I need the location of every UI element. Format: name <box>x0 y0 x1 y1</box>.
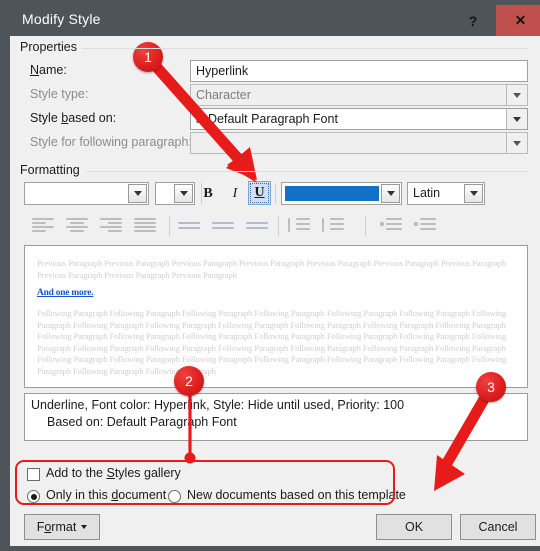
style-following-combo[interactable] <box>190 132 528 154</box>
align-justify-icon[interactable] <box>134 218 156 234</box>
preview-sample-link: And one more. <box>37 288 94 298</box>
decrease-indent-icon[interactable] <box>380 218 402 234</box>
formatting-group-label: Formatting <box>20 163 85 177</box>
font-name-combo[interactable] <box>24 182 149 205</box>
chevron-down-icon[interactable] <box>506 133 527 153</box>
style-type-value: Character <box>196 88 251 102</box>
cancel-button-label: Cancel <box>478 520 518 534</box>
preview-following-paragraph: Following Paragraph Following Paragraph … <box>37 308 507 376</box>
toolbar-divider <box>169 216 170 236</box>
style-type-combo[interactable]: Character <box>190 84 528 106</box>
style-description: Underline, Font color: Hyperlink, Style:… <box>24 393 528 441</box>
title-bar: Modify Style ? ✕ <box>10 5 540 36</box>
chevron-down-icon[interactable] <box>128 184 147 203</box>
description-line-2: Based on: Default Paragraph Font <box>47 415 237 429</box>
style-preview: Previous Paragraph Previous Paragraph Pr… <box>24 245 528 388</box>
align-left-icon[interactable] <box>32 218 54 234</box>
style-following-label: Style for following paragraph: <box>30 135 192 149</box>
align-center-icon[interactable] <box>66 218 88 234</box>
space-before-icon[interactable] <box>288 218 310 234</box>
callout-badge-1: 1 <box>133 42 163 72</box>
close-button[interactable]: ✕ <box>496 5 540 36</box>
name-label: Name: <box>30 63 67 77</box>
description-line-1: Underline, Font color: Hyperlink, Style:… <box>31 398 405 412</box>
preview-previous-paragraph: Previous Paragraph Previous Paragraph Pr… <box>37 258 507 280</box>
font-color-picker[interactable] <box>281 182 402 205</box>
cancel-button[interactable]: Cancel <box>460 514 536 540</box>
font-color-swatch <box>285 186 379 201</box>
style-based-on-value: Default Paragraph Font <box>208 112 338 126</box>
style-type-label: Style type: <box>30 87 89 101</box>
line-spacing-1-5-icon[interactable] <box>212 222 234 238</box>
font-size-combo[interactable] <box>155 182 195 205</box>
name-input-value: Hyperlink <box>196 64 249 78</box>
window-title: Modify Style <box>22 11 101 27</box>
properties-group-divider <box>82 48 528 49</box>
underline-button[interactable]: U <box>248 181 271 205</box>
script-combo[interactable]: Latin <box>407 182 485 205</box>
chevron-down-icon[interactable] <box>174 184 193 203</box>
modify-style-dialog: Modify Style ? ✕ Properties Name: Hyperl… <box>0 0 540 546</box>
chevron-down-icon[interactable] <box>506 85 527 105</box>
toolbar-divider <box>278 216 279 236</box>
callout-badge-3: 3 <box>476 372 506 402</box>
callout-badge-2: 2 <box>174 366 204 396</box>
format-button[interactable]: Format <box>24 514 100 540</box>
line-spacing-single-icon[interactable] <box>178 222 200 238</box>
ok-button-label: OK <box>404 520 424 534</box>
name-input[interactable]: Hyperlink <box>190 60 528 82</box>
properties-group-label: Properties <box>20 40 82 54</box>
line-spacing-double-icon[interactable] <box>246 222 268 238</box>
toolbar-divider <box>365 216 366 236</box>
increase-indent-icon[interactable] <box>414 218 436 234</box>
chevron-down-icon[interactable] <box>506 109 527 129</box>
space-after-icon[interactable] <box>322 218 344 234</box>
formatting-group-divider <box>86 171 528 172</box>
script-value: Latin <box>413 186 441 200</box>
chevron-down-icon[interactable] <box>464 184 483 203</box>
align-right-icon[interactable] <box>100 218 122 234</box>
ok-button[interactable]: OK <box>376 514 452 540</box>
bold-button[interactable]: B <box>195 182 221 205</box>
toolbar-divider <box>275 183 276 204</box>
style-based-on-label: Style based on: <box>30 111 117 125</box>
help-button[interactable]: ? <box>450 5 496 36</box>
highlight-box-options <box>15 460 395 505</box>
italic-button[interactable]: I <box>222 182 248 205</box>
character-style-icon: a <box>196 111 202 126</box>
style-based-on-combo[interactable]: a Default Paragraph Font <box>190 108 528 130</box>
chevron-down-icon[interactable] <box>381 184 400 203</box>
